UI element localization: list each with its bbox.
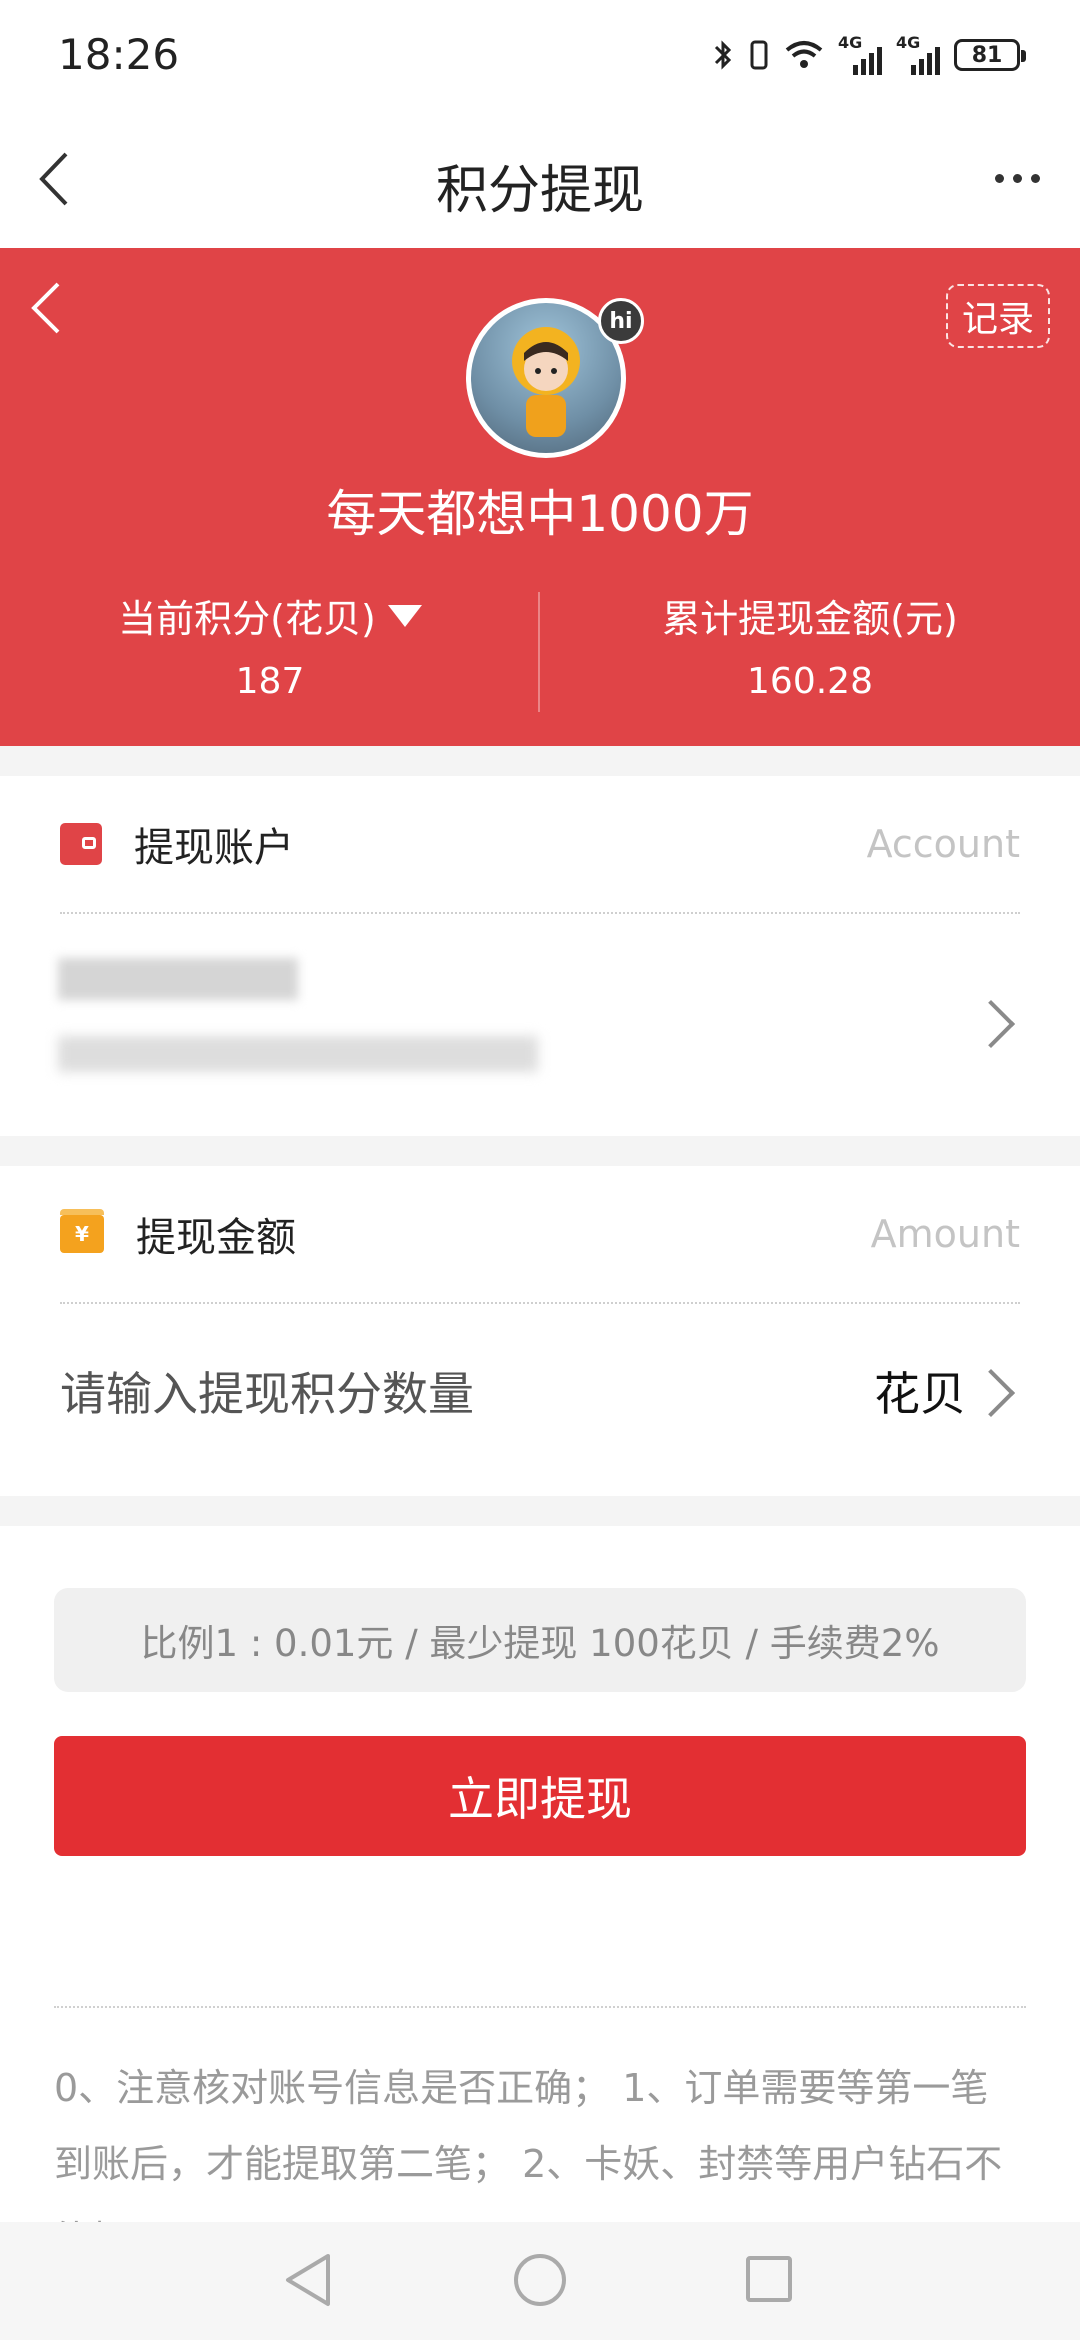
record-button[interactable]: 记录: [945, 284, 1050, 348]
chevron-right-icon[interactable]: [966, 999, 1016, 1049]
system-nav-bar: [0, 2222, 1080, 2340]
amount-card-title: 提现金额: [136, 1215, 296, 1261]
account-name-redacted[interactable]: [58, 958, 298, 1000]
hero-back-icon[interactable]: [20, 278, 80, 338]
account-card: 提现账户 Account: [0, 776, 1080, 1136]
signal-icon: 4G: [896, 33, 940, 75]
status-icons: 4G 4G 81: [712, 30, 1026, 80]
page-title: 积分提现: [435, 161, 644, 221]
wifi-icon: [785, 41, 823, 68]
nav-recent-apps-icon[interactable]: [746, 2256, 792, 2302]
current-points-value: 187: [235, 661, 305, 702]
notes-divider: [54, 2006, 1026, 2008]
total-withdrawn: 累计提现金额(元) 160.28: [540, 588, 1080, 702]
account-card-header: 提现账户 Account: [60, 776, 1020, 914]
withdraw-button[interactable]: 立即提现: [54, 1736, 1026, 1856]
amount-card-header: ¥ 提现金额 Amount: [60, 1166, 1020, 1304]
status-bar: 18:26 4G 4G 81: [0, 0, 1080, 108]
bluetooth-icon: [714, 40, 732, 70]
amount-unit[interactable]: 花贝: [874, 1358, 966, 1424]
total-withdrawn-label: 累计提现金额(元): [662, 597, 958, 641]
total-withdrawn-value: 160.28: [747, 661, 873, 702]
amount-input-row[interactable]: 请输入提现积分数量 花贝: [60, 1336, 1020, 1446]
notes-text: 0、注意核对账号信息是否正确； 1、订单需要等第一笔到账后，才能提取第二笔； 2…: [54, 2066, 1003, 2230]
battery-icon: 81: [954, 39, 1026, 71]
account-card-subtitle: Account: [866, 822, 1020, 866]
amount-card-subtitle: Amount: [870, 1212, 1020, 1256]
dropdown-triangle-icon[interactable]: [387, 604, 422, 627]
nav-bar: 积分提现: [0, 108, 1080, 248]
account-card-title: 提现账户: [134, 825, 294, 871]
amount-input[interactable]: 请输入提现积分数量: [60, 1358, 474, 1424]
current-points[interactable]: 当前积分(花贝) 187: [0, 588, 540, 702]
wallet-icon: [60, 823, 102, 865]
username: 每天都想中1000万: [326, 485, 754, 543]
hi-badge: hi: [598, 298, 644, 344]
signal-icon: 4G: [838, 33, 882, 75]
vibrate-icon: [750, 40, 768, 70]
amount-card: ¥ 提现金额 Amount 请输入提现积分数量 花贝: [0, 1166, 1080, 1496]
profile-header: 记录 hi 每天都想中1000万 当前积分(花贝) 187 累计提现金额(元) …: [0, 248, 1080, 746]
rate-info: 比例1 : 0.01元 / 最少提现 100花贝 / 手续费2%: [54, 1588, 1026, 1692]
current-points-label: 当前积分(花贝): [118, 597, 376, 641]
battery-level: 81: [971, 42, 1003, 68]
nav-home-icon[interactable]: [514, 2254, 566, 2306]
more-options-icon[interactable]: [982, 148, 1052, 208]
account-number-redacted[interactable]: [58, 1036, 538, 1072]
money-icon: ¥: [60, 1209, 104, 1253]
status-time: 18:26: [58, 30, 180, 79]
nav-back-icon[interactable]: [282, 2252, 334, 2308]
